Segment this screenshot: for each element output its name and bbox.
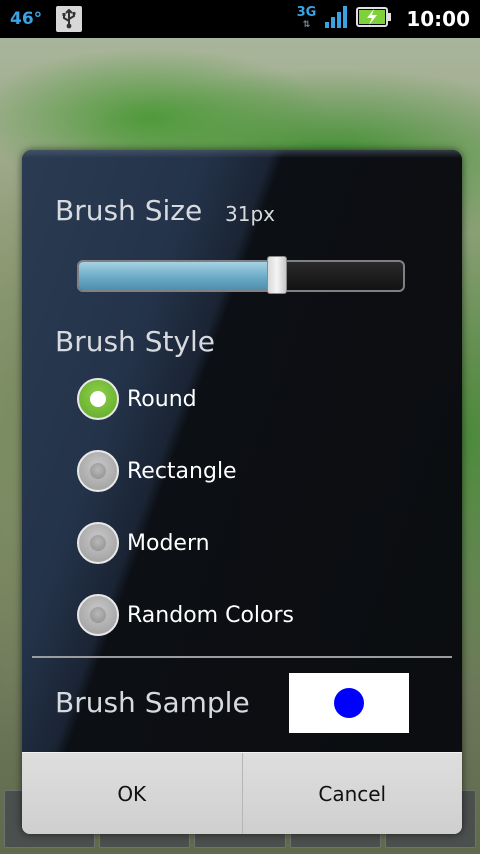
brush-sample-label: Brush Sample — [55, 686, 250, 719]
slider-fill — [79, 262, 280, 290]
radio-label: Modern — [127, 530, 210, 556]
brush-sample-preview — [289, 673, 409, 733]
brush-style-label: Brush Style — [55, 325, 216, 358]
radio-button-icon[interactable] — [77, 378, 119, 420]
brush-size-slider[interactable] — [77, 260, 405, 292]
radio-button-icon[interactable] — [77, 594, 119, 636]
radio-option-modern[interactable]: Modern — [77, 521, 417, 565]
radio-option-round[interactable]: Round — [77, 377, 417, 421]
ok-button[interactable]: OK — [22, 753, 242, 834]
radio-label: Random Colors — [127, 602, 294, 628]
radio-button-icon[interactable] — [77, 522, 119, 564]
radio-option-rectangle[interactable]: Rectangle — [77, 449, 417, 493]
brush-settings-dialog: Brush Size 31px Brush Style Round Rectan… — [22, 150, 462, 834]
network-3g-icon: 3G ⇅ — [296, 5, 317, 30]
dialog-body: Brush Size 31px Brush Style Round Rectan… — [22, 150, 462, 752]
radio-label: Rectangle — [127, 458, 237, 484]
battery-charging-icon — [356, 6, 392, 32]
radio-option-random-colors[interactable]: Random Colors — [77, 593, 417, 637]
usb-icon — [56, 6, 83, 32]
brush-size-value: 31px — [225, 202, 275, 226]
cancel-button[interactable]: Cancel — [241, 753, 462, 834]
radio-button-icon[interactable] — [77, 450, 119, 492]
brush-sample-dot — [334, 688, 364, 718]
slider-thumb[interactable] — [267, 256, 288, 294]
temperature-text: 46° — [10, 9, 43, 29]
status-bar: 46° 3G ⇅ 10:00 — [0, 0, 480, 38]
radio-label: Round — [127, 386, 197, 412]
dialog-button-bar: OK Cancel — [22, 752, 462, 834]
section-divider — [32, 656, 452, 658]
clock-text: 10:00 — [406, 7, 470, 31]
brush-size-label: Brush Size — [55, 194, 203, 227]
signal-strength-icon — [324, 6, 348, 32]
